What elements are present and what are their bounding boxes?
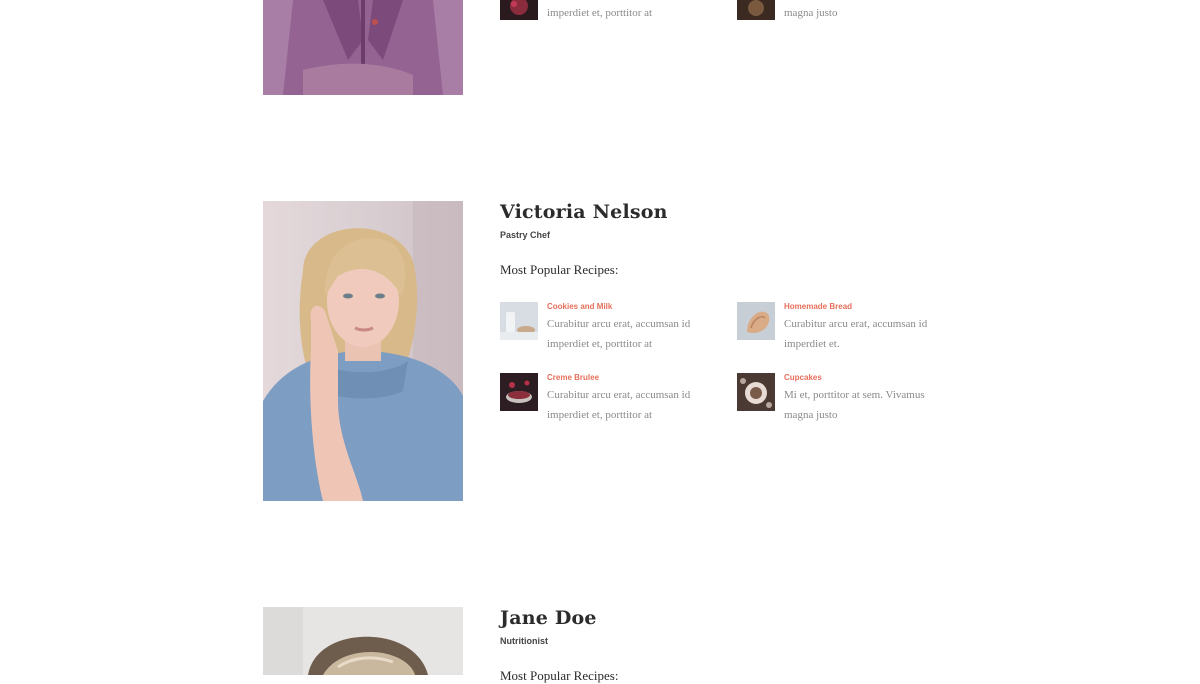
recipe-title[interactable]: Homemade Bread	[784, 302, 852, 312]
recipe-title[interactable]: Cookies and Milk	[547, 302, 612, 312]
recipe-item[interactable]: magna justo	[737, 0, 937, 38]
recipe-item[interactable]: Creme Brulee Curabitur arcu erat, accums…	[500, 373, 700, 429]
recipe-description: Curabitur arcu erat, accumsan id imperdi…	[547, 389, 691, 421]
recipe-description: Curabitur arcu erat, accumsan id imperdi…	[547, 318, 691, 350]
chef-name: Jane Doe	[500, 607, 597, 629]
bread-photo[interactable]	[737, 302, 775, 340]
recipe-thumbnail[interactable]	[737, 0, 775, 20]
recipe-thumbnail[interactable]	[500, 0, 538, 20]
cookies-milk-photo[interactable]	[500, 302, 538, 340]
recipe-description: Curabitur arcu erat, accumsan id imperdi…	[784, 318, 928, 350]
recipe-item[interactable]: Cupcakes Mi et, porttitor at sem. Vivamu…	[737, 373, 937, 429]
recipe-title[interactable]: Cupcakes	[784, 373, 822, 383]
recipe-description: imperdiet et, porttitor at	[547, 7, 653, 19]
chef-role: Nutritionist	[500, 636, 548, 646]
chef-info: Victoria Nelson Pastry Chef Most Popular…	[500, 200, 970, 432]
chef-photo	[263, 607, 463, 675]
chef-role: Pastry Chef	[500, 230, 551, 240]
cupcakes-photo[interactable]	[737, 373, 775, 411]
recipe-description: Mi et, porttitor at sem. Vivamus magna j…	[784, 389, 925, 421]
recipe-grid: Cookies and Milk Curabitur arcu erat, ac…	[500, 302, 970, 432]
recipe-description: magna justo	[784, 7, 838, 19]
recipe-item[interactable]: imperdiet et, porttitor at	[500, 0, 700, 38]
recipe-title[interactable]: Creme Brulee	[547, 373, 599, 383]
chef-info: Jane Doe Nutritionist Most Popular Recip…	[500, 606, 970, 684]
recipe-item[interactable]: Cookies and Milk Curabitur arcu erat, ac…	[500, 302, 700, 358]
popular-recipes-heading: Most Popular Recipes:	[500, 668, 619, 683]
chef-photo	[263, 201, 463, 501]
popular-recipes-heading: Most Popular Recipes:	[500, 262, 619, 277]
chef-photo-previous	[263, 0, 463, 95]
chef-name: Victoria Nelson	[500, 201, 668, 223]
creme-brulee-photo[interactable]	[500, 373, 538, 411]
recipe-item[interactable]: Homemade Bread Curabitur arcu erat, accu…	[737, 302, 937, 358]
